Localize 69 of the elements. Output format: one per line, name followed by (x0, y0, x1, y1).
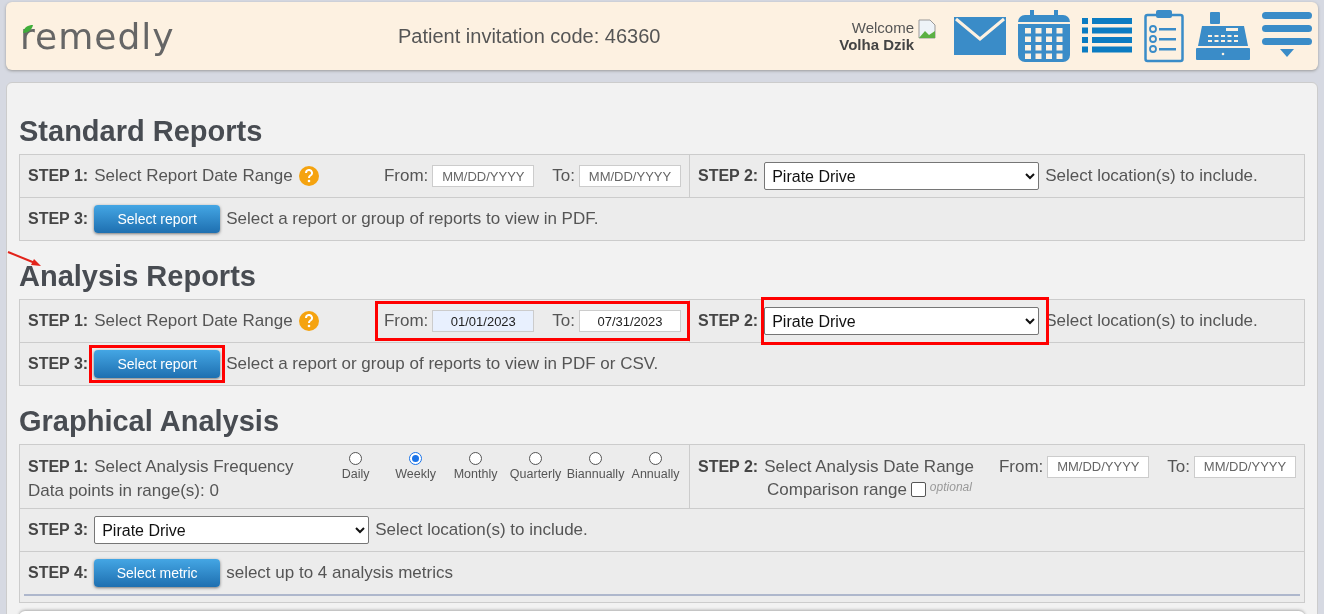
instruction-text: Select Report Date Range (94, 166, 293, 186)
welcome-text: Welcome (851, 19, 914, 36)
logo[interactable]: remedly (20, 15, 175, 57)
step-label: STEP 3: (28, 355, 89, 373)
checkbox[interactable] (910, 482, 926, 497)
date-field[interactable]: MM/DD/YYYY (579, 165, 681, 187)
instruction-text: Select Analysis Date Range (764, 456, 974, 477)
step-label: STEP 3: (28, 210, 89, 228)
instruction-text: Select a report or group of reports to view in PDF. (226, 209, 599, 229)
section-title: Standard Reports (19, 115, 263, 148)
optional-hint: optional (929, 479, 972, 494)
step-label: STEP 2: (698, 312, 759, 330)
location-select[interactable]: Pirate Drive (764, 307, 1040, 335)
instruction-text: Select location(s) to include. (1045, 166, 1258, 186)
radio-button[interactable] (589, 452, 603, 465)
radio-label: Annually (631, 467, 680, 481)
step-label: STEP 1: (28, 457, 89, 476)
to-label: To: (1167, 456, 1190, 477)
instruction-text: Select a report or group of reports to view in PDF or CSV. (226, 354, 659, 374)
radio-label: Weekly (395, 467, 436, 481)
radio-label: Monthly (453, 467, 498, 481)
from-label: From: (998, 456, 1044, 477)
date-field[interactable]: 07/31/2023 (579, 310, 681, 332)
date-field[interactable]: 01/01/2023 (432, 310, 535, 332)
radio-button[interactable] (469, 452, 483, 465)
location-select[interactable]: Pirate Drive (94, 516, 370, 544)
to-label: To: (552, 311, 575, 331)
radio-button[interactable] (529, 452, 543, 465)
instruction-text: select up to 4 analysis metrics (226, 563, 453, 583)
radio-button[interactable] (349, 452, 363, 465)
step-label: STEP 2: (698, 457, 759, 476)
date-field[interactable]: MM/DD/YYYY (1194, 455, 1296, 478)
to-label: To: (552, 166, 575, 186)
data-points-text: Data points in range(s): 0 (28, 481, 219, 501)
radio-label: Daily (341, 467, 370, 481)
step-label: STEP 2: (698, 167, 759, 185)
step-label: STEP 4: (28, 564, 89, 582)
cash-register-icon[interactable] (1196, 12, 1250, 60)
instruction-text: Select Report Date Range (94, 311, 293, 331)
from-label: From: (383, 166, 429, 186)
mail-icon[interactable] (954, 17, 1006, 55)
select-button[interactable]: Select report (94, 205, 221, 233)
list-icon[interactable] (1082, 18, 1132, 54)
from-label: From: (383, 311, 429, 331)
user-name: Volha Dzik (839, 36, 914, 53)
radio-label: Quarterly (509, 467, 562, 481)
radio-label: Biannually (566, 467, 625, 481)
calendar-icon[interactable] (1018, 10, 1070, 62)
step-label: STEP 3: (28, 521, 89, 539)
section-title: Analysis Reports (19, 260, 256, 293)
step-label: STEP 1: (28, 167, 89, 185)
help-icon[interactable] (298, 166, 319, 186)
invitation-code: Patient invitation code: 46360 (398, 24, 661, 48)
checklist-icon[interactable] (1144, 9, 1184, 63)
leaf-icon (23, 24, 33, 33)
location-select[interactable]: Pirate Drive (764, 162, 1040, 190)
select-button[interactable]: Select report (94, 350, 221, 378)
radio-button[interactable] (649, 452, 663, 465)
step-label: STEP 1: (28, 312, 89, 330)
instruction-text: Select location(s) to include. (375, 520, 588, 540)
instruction-text: Select Analysis Frequency (94, 456, 294, 477)
checkbox-label: Comparison range (767, 479, 907, 500)
broken-image-icon (918, 19, 936, 39)
section-title: Graphical Analysis (19, 405, 280, 438)
radio-button[interactable] (409, 452, 423, 465)
date-field[interactable]: MM/DD/YYYY (1047, 455, 1150, 478)
date-field[interactable]: MM/DD/YYYY (432, 165, 535, 187)
help-icon[interactable] (298, 311, 319, 331)
select-button[interactable]: Select metric (94, 559, 221, 587)
